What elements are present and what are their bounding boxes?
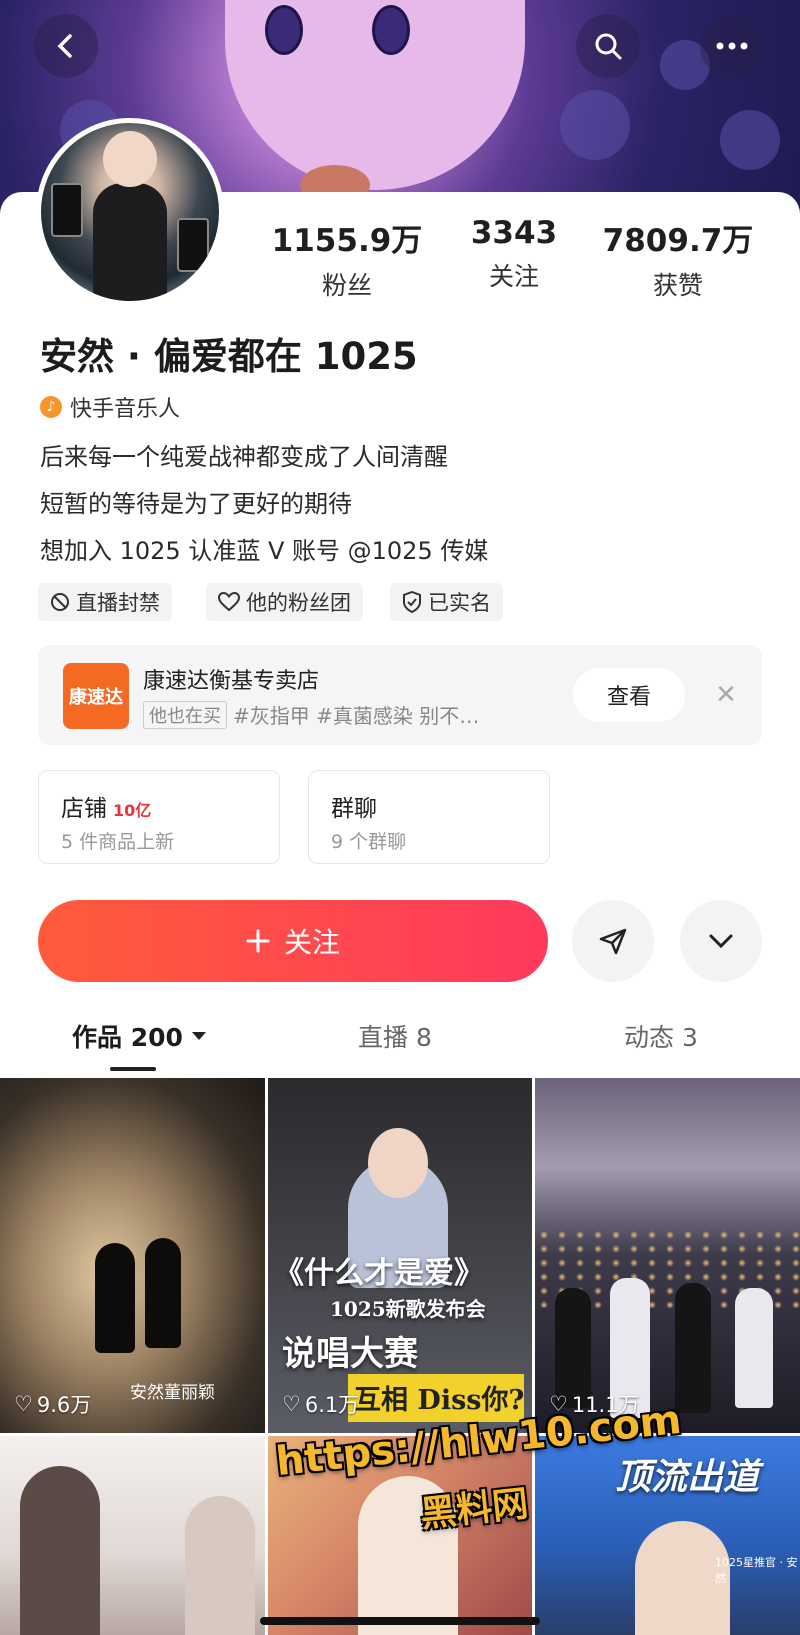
avatar-face bbox=[103, 131, 157, 187]
shop-tag: 他也在买 bbox=[143, 700, 227, 729]
shop-ad-banner[interactable]: 康速达 康速达衡基专卖店 他也在买 #灰指甲 #真菌感染 别不… 查看 ✕ bbox=[38, 645, 762, 745]
stat-following[interactable]: 3343 关注 bbox=[429, 215, 599, 293]
card-subtitle: 5 件商品上新 bbox=[61, 831, 175, 853]
banner-eye bbox=[265, 5, 303, 55]
view-button[interactable]: 查看 bbox=[573, 668, 685, 722]
stat-value: 1155.9万 bbox=[271, 223, 423, 259]
tab-works[interactable]: 作品 200 bbox=[72, 1018, 207, 1054]
avatar-phone bbox=[177, 218, 209, 272]
ban-icon bbox=[51, 593, 69, 611]
caret-down-icon bbox=[191, 1032, 206, 1040]
stat-value: 7809.7万 bbox=[602, 223, 754, 259]
search-icon bbox=[595, 33, 622, 60]
chip-label: 他的粉丝团 bbox=[246, 591, 351, 615]
more-icon bbox=[716, 42, 748, 50]
shop-card[interactable]: 店铺 10亿 5 件商品上新 bbox=[38, 770, 280, 864]
avatar[interactable] bbox=[36, 118, 224, 306]
message-button[interactable] bbox=[572, 900, 654, 982]
shop-title: 康速达衡基专卖店 bbox=[143, 669, 320, 694]
avatar-phone bbox=[51, 183, 83, 237]
follow-button[interactable]: 关注 bbox=[38, 900, 548, 982]
follow-label: 关注 bbox=[283, 926, 340, 959]
send-icon bbox=[599, 928, 627, 955]
like-count: ♡ 6.1万 bbox=[282, 1389, 359, 1419]
video-title: 顶流出道 bbox=[615, 1456, 760, 1498]
silhouette bbox=[95, 1243, 135, 1353]
card-subtitle: 9 个群聊 bbox=[331, 831, 407, 853]
banner-bubble bbox=[560, 90, 630, 160]
stat-label: 粉丝 bbox=[321, 271, 372, 300]
chip-label: 直播封禁 bbox=[76, 591, 160, 615]
chevron-down-icon bbox=[709, 934, 733, 949]
video-title: 《什么才是爱》 bbox=[274, 1256, 484, 1291]
more-button[interactable] bbox=[700, 14, 764, 78]
avatar-figure bbox=[93, 183, 167, 301]
video-caption: 安然董丽颖 bbox=[130, 1383, 215, 1403]
role-badge[interactable]: ♪ 快手音乐人 bbox=[40, 391, 180, 423]
tab-label: 作品 200 bbox=[72, 1023, 183, 1052]
chip-live-banned[interactable]: 直播封禁 bbox=[38, 583, 172, 621]
bio-line: 后来每一个纯爱战神都变成了人间清醒 bbox=[40, 443, 448, 471]
stat-label: 关注 bbox=[488, 262, 539, 291]
home-indicator[interactable] bbox=[260, 1617, 540, 1625]
stat-label: 获赞 bbox=[652, 271, 703, 300]
stat-likes[interactable]: 7809.7万 获赞 bbox=[593, 215, 763, 302]
person-face bbox=[368, 1128, 428, 1198]
video-thumbnail[interactable]: 顶流出道 1025星推官 · 安然 bbox=[535, 1436, 800, 1635]
plus-icon bbox=[246, 929, 270, 953]
person-figure bbox=[20, 1466, 100, 1635]
close-icon[interactable]: ✕ bbox=[706, 675, 746, 715]
shop-subtitle-row: 他也在买 #灰指甲 #真菌感染 别不… bbox=[143, 700, 479, 729]
like-count-value: 6.1万 bbox=[304, 1393, 360, 1417]
card-title: 群聊 bbox=[331, 796, 377, 822]
video-thumbnail[interactable] bbox=[0, 1436, 265, 1635]
tab-indicator bbox=[110, 1067, 156, 1071]
role-label: 快手音乐人 bbox=[70, 397, 181, 422]
video-thumbnail[interactable]: ♡ 11.1万 bbox=[535, 1078, 800, 1433]
video-thumbnail[interactable]: 《什么才是爱》 1025新歌发布会 说唱大赛 互相 Diss你? ♡ 6.1万 bbox=[268, 1078, 532, 1433]
card-badge: 10亿 bbox=[113, 801, 152, 820]
heart-icon bbox=[218, 592, 240, 612]
like-count-value: 9.6万 bbox=[36, 1393, 92, 1417]
shop-subtitle: #灰指甲 #真菌感染 别不… bbox=[233, 704, 480, 728]
like-count: ♡ 9.6万 bbox=[14, 1389, 91, 1419]
music-note-icon: ♪ bbox=[40, 396, 62, 418]
search-button[interactable] bbox=[576, 14, 640, 78]
heart-outline-icon: ♡ bbox=[14, 1392, 33, 1416]
heart-outline-icon: ♡ bbox=[282, 1392, 301, 1416]
profile-name: 安然 · 偏爱都在 1025 bbox=[40, 335, 418, 378]
person-figure bbox=[185, 1496, 255, 1635]
tab-moments[interactable]: 动态 3 bbox=[624, 1018, 698, 1054]
shop-logo: 康速达 bbox=[63, 663, 129, 729]
group-chat-card[interactable]: 群聊 9 个群聊 bbox=[308, 770, 550, 864]
banner-bubble bbox=[720, 110, 780, 170]
expand-button[interactable] bbox=[680, 900, 762, 982]
chip-label: 已实名 bbox=[428, 591, 491, 615]
stat-value: 3343 bbox=[470, 215, 558, 251]
back-button[interactable] bbox=[34, 14, 98, 78]
silhouette bbox=[145, 1238, 181, 1348]
video-small-text: 1025星推官 · 安然 bbox=[715, 1556, 798, 1585]
video-thumbnail[interactable]: 安然董丽颖 ♡ 9.6万 bbox=[0, 1078, 265, 1433]
tab-live[interactable]: 直播 8 bbox=[358, 1018, 432, 1054]
back-icon bbox=[57, 34, 72, 58]
card-title-row: 店铺 10亿 bbox=[61, 789, 151, 823]
card-title: 店铺 bbox=[61, 796, 107, 822]
video-headline: 说唱大赛 bbox=[282, 1334, 418, 1374]
silhouette bbox=[675, 1283, 711, 1413]
video-subtitle: 1025新歌发布会 bbox=[330, 1297, 486, 1321]
shield-check-icon bbox=[403, 591, 421, 613]
chip-verified[interactable]: 已实名 bbox=[390, 583, 503, 621]
stat-followers[interactable]: 1155.9万 粉丝 bbox=[262, 215, 432, 302]
video-tagline: 互相 Diss你? bbox=[354, 1385, 525, 1416]
chip-fan-club[interactable]: 他的粉丝团 bbox=[206, 583, 363, 621]
banner-eye bbox=[372, 5, 410, 55]
bio-line: 短暂的等待是为了更好的期待 bbox=[40, 490, 352, 518]
bio-line[interactable]: 想加入 1025 认准蓝 V 账号 @1025 传媒 bbox=[40, 531, 488, 566]
silhouette bbox=[735, 1288, 773, 1408]
